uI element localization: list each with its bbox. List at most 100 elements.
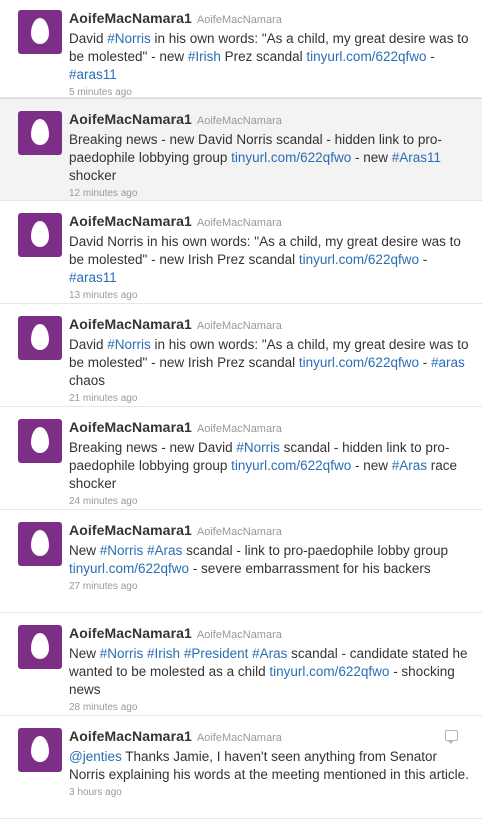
hashtag-link[interactable]: #President <box>184 646 249 661</box>
default-egg-icon <box>31 530 49 556</box>
screen-name-link[interactable]: AoifeMacNamara1 <box>69 419 192 435</box>
hashtag-link[interactable]: #aras11 <box>69 67 117 82</box>
tweet-header: AoifeMacNamara1 AoifeMacNamara <box>69 625 470 643</box>
hashtag-link[interactable]: #Norris <box>107 337 151 352</box>
default-egg-icon <box>31 736 49 762</box>
mention-link[interactable]: @jenties <box>69 749 122 764</box>
timestamp-link[interactable]: 28 minutes ago <box>69 702 470 713</box>
hashtag-link[interactable]: #Norris <box>100 543 144 558</box>
tweet-item[interactable]: AoifeMacNamara1 AoifeMacNamara New #Norris… <box>0 613 482 716</box>
hashtag-link[interactable]: #Norris <box>236 440 280 455</box>
screen-name-link[interactable]: AoifeMacNamara1 <box>69 522 192 538</box>
screen-name-link[interactable]: AoifeMacNamara1 <box>69 10 192 26</box>
text-segment: shocker <box>69 168 117 183</box>
tweet-header: AoifeMacNamara1 AoifeMacNamara <box>69 213 470 231</box>
url-link[interactable]: tinyurl.com/622qfwo <box>231 150 351 165</box>
tweet-header: AoifeMacNamara1 AoifeMacNamara <box>69 111 470 129</box>
url-link[interactable]: tinyurl.com/622qfwo <box>306 49 426 64</box>
tweet-text: David #Norris in his own words: "As a ch… <box>69 30 469 84</box>
hashtag-link[interactable]: #aras <box>431 355 465 370</box>
text-segment: New <box>69 543 100 558</box>
text-segment: - new <box>351 458 392 473</box>
text-segment: scandal - link to pro-paedophile lobby g… <box>182 543 448 558</box>
url-link[interactable]: tinyurl.com/622qfwo <box>231 458 351 473</box>
hashtag-link[interactable]: #aras11 <box>69 270 117 285</box>
timestamp-link[interactable]: 5 minutes ago <box>69 87 470 98</box>
text-segment: New <box>69 646 100 661</box>
hashtag-link[interactable]: #Irish <box>188 49 221 64</box>
tweet-item[interactable]: AoifeMacNamara1 AoifeMacNamara David #Norr… <box>0 304 482 407</box>
timestamp-link[interactable]: 13 minutes ago <box>69 290 470 301</box>
hashtag-link[interactable]: #Aras <box>252 646 287 661</box>
tweet-header: AoifeMacNamara1 AoifeMacNamara <box>69 316 470 334</box>
text-segment: - <box>426 49 435 64</box>
text-segment: Prez scandal <box>220 49 307 64</box>
full-name: AoifeMacNamara <box>196 423 282 435</box>
tweet-item[interactable]: AoifeMacNamara1 AoifeMacNamara David Norri… <box>0 201 482 304</box>
default-egg-icon <box>31 324 49 350</box>
text-segment: David <box>69 31 108 46</box>
tweet-item[interactable]: AoifeMacNamara1 AoifeMacNamara Breaking ne… <box>0 98 482 201</box>
full-name: AoifeMacNamara <box>196 526 282 538</box>
default-egg-icon <box>31 427 49 453</box>
tweet-header: AoifeMacNamara1 AoifeMacNamara <box>69 522 470 540</box>
hashtag-link[interactable]: #Aras11 <box>392 150 441 165</box>
conversation-icon[interactable] <box>445 730 458 744</box>
tweet-item[interactable]: AoifeMacNamara1 AoifeMacNamara New #Norris… <box>0 510 482 613</box>
screen-name-link[interactable]: AoifeMacNamara1 <box>69 316 192 332</box>
tweet-header: AoifeMacNamara1 AoifeMacNamara <box>69 728 470 746</box>
text-segment: - new <box>351 150 392 165</box>
default-egg-icon <box>31 18 49 44</box>
avatar[interactable] <box>18 728 62 772</box>
screen-name-link[interactable]: AoifeMacNamara1 <box>69 213 192 229</box>
default-egg-icon <box>31 633 49 659</box>
screen-name-link[interactable]: AoifeMacNamara1 <box>69 111 192 127</box>
timestamp-link[interactable]: 24 minutes ago <box>69 496 470 507</box>
tweet-text: David #Norris in his own words: "As a ch… <box>69 336 469 390</box>
hashtag-link[interactable]: #Irish <box>147 646 180 661</box>
timestamp-link[interactable]: 27 minutes ago <box>69 581 470 592</box>
default-egg-icon <box>31 221 49 247</box>
avatar[interactable] <box>18 316 62 360</box>
tweet-item[interactable]: AoifeMacNamara1 AoifeMacNamara @jenties Th… <box>0 716 482 819</box>
avatar[interactable] <box>18 522 62 566</box>
tweet-text: Breaking news - new David #Norris scanda… <box>69 439 469 493</box>
text-segment: chaos <box>69 373 106 388</box>
full-name: AoifeMacNamara <box>196 320 282 332</box>
avatar[interactable] <box>18 625 62 669</box>
timestamp-link[interactable]: 21 minutes ago <box>69 393 470 404</box>
tweet-timeline: AoifeMacNamara1 AoifeMacNamara David #Norr… <box>0 0 482 819</box>
text-segment: Breaking news - new David <box>69 440 237 455</box>
hashtag-link[interactable]: #Norris <box>107 31 151 46</box>
full-name: AoifeMacNamara <box>196 732 282 744</box>
tweet-text: New #Norris #Irish #President #Aras scan… <box>69 645 469 699</box>
url-link[interactable]: tinyurl.com/622qfwo <box>299 355 419 370</box>
tweet-header: AoifeMacNamara1 AoifeMacNamara <box>69 419 470 437</box>
timestamp-link[interactable]: 12 minutes ago <box>69 188 470 199</box>
timestamp-link[interactable]: 3 hours ago <box>69 787 470 798</box>
tweet-item[interactable]: AoifeMacNamara1 AoifeMacNamara Breaking ne… <box>0 407 482 510</box>
text-segment: David <box>69 337 108 352</box>
hashtag-link[interactable]: #Norris <box>100 646 144 661</box>
text-segment: - <box>418 252 428 267</box>
full-name: AoifeMacNamara <box>196 115 282 127</box>
url-link[interactable]: tinyurl.com/622qfwo <box>269 664 389 679</box>
screen-name-link[interactable]: AoifeMacNamara1 <box>69 625 192 641</box>
text-segment: - severe embarrassment for his backers <box>189 561 431 576</box>
hashtag-link[interactable]: #Aras <box>147 543 182 558</box>
url-link[interactable]: tinyurl.com/622qfwo <box>299 252 419 267</box>
screen-name-link[interactable]: AoifeMacNamara1 <box>69 728 192 744</box>
tweet-header: AoifeMacNamara1 AoifeMacNamara <box>69 10 470 28</box>
full-name: AoifeMacNamara <box>196 217 282 229</box>
text-segment: Thanks Jamie, I haven't seen anything fr… <box>69 749 469 782</box>
hashtag-link[interactable]: #Aras <box>392 458 427 473</box>
text-segment: - <box>418 355 431 370</box>
tweet-item[interactable]: AoifeMacNamara1 AoifeMacNamara David #Norr… <box>0 0 482 98</box>
avatar[interactable] <box>18 213 62 257</box>
full-name: AoifeMacNamara <box>196 14 282 26</box>
avatar[interactable] <box>18 10 62 54</box>
avatar[interactable] <box>18 419 62 463</box>
avatar[interactable] <box>18 111 62 155</box>
full-name: AoifeMacNamara <box>196 629 282 641</box>
url-link[interactable]: tinyurl.com/622qfwo <box>69 561 189 576</box>
